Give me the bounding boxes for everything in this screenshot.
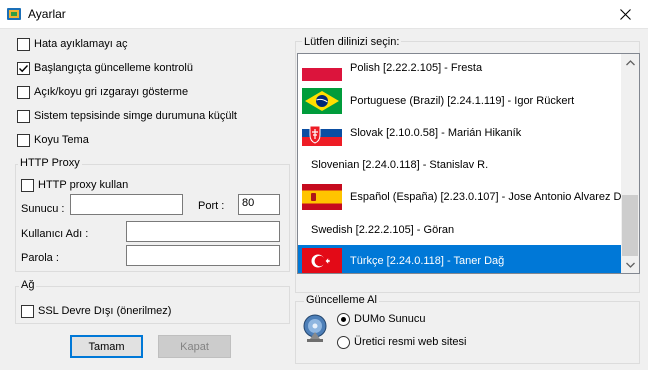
list-item-label: Español (España) [2.23.0.107] - Jose Ant… — [350, 191, 632, 203]
list-item-swedish[interactable]: Swedish [2.22.2.105] - Göran — [298, 214, 623, 246]
update-check-label: Başlangıçta güncelleme kontrolü — [34, 62, 193, 74]
port-label: Port : — [198, 200, 225, 212]
slovakia-flag-icon — [302, 120, 342, 146]
chevron-up-icon — [625, 59, 635, 65]
list-item-turkish[interactable]: Türkçe [2.24.0.118] - Taner Dağ — [298, 245, 623, 273]
spain-flag-icon — [302, 184, 342, 210]
password-input[interactable] — [126, 245, 280, 266]
radio-dot[interactable] — [337, 335, 350, 349]
checkbox-box[interactable] — [17, 85, 30, 99]
settings-app-icon — [6, 6, 22, 22]
ok-button[interactable]: Tamam — [70, 335, 143, 358]
scroll-up-button[interactable] — [621, 54, 639, 71]
grid-checkbox[interactable]: Açık/koyu gri ızgarayı gösterme — [17, 84, 188, 100]
vendor-website-label: Üretici resmi web sitesi — [354, 336, 467, 348]
username-label: Kullanıcı Adı : — [21, 228, 89, 240]
close-icon — [619, 9, 631, 20]
port-input[interactable]: 80 — [238, 194, 280, 215]
scroll-down-button[interactable] — [621, 256, 639, 273]
checkbox-box[interactable] — [17, 61, 30, 75]
checkbox-box[interactable] — [21, 178, 34, 192]
dumo-server-radio[interactable]: DUMo Sunucu — [337, 311, 426, 327]
window-title: Ayarlar — [28, 7, 66, 21]
list-item-slovenian[interactable]: Slovenian [2.24.0.118] - Stanislav R. — [298, 149, 623, 181]
update-check-checkbox[interactable]: Başlangıçta güncelleme kontrolü — [17, 60, 193, 76]
ssl-disable-label: SSL Devre Dışı (önerilmez) — [38, 305, 172, 317]
close-dialog-button[interactable]: Kapat — [158, 335, 231, 358]
list-item-portuguese-brazil[interactable]: Portuguese (Brazil) [2.24.1.119] - Igor … — [298, 85, 623, 117]
server-label: Sunucu : — [21, 203, 65, 215]
tray-label: Sistem tepsisinde simge durumuna küçült — [34, 110, 237, 122]
close-button[interactable] — [602, 0, 648, 29]
debug-label: Hata ayıklamayı aç — [34, 38, 128, 50]
update-source-group-title: Güncelleme Al — [304, 294, 379, 306]
http-proxy-group-title: HTTP Proxy — [18, 157, 82, 169]
server-input[interactable] — [70, 194, 183, 215]
list-item-slovak[interactable]: Slovak [2.10.0.58] - Marián Hikaník — [298, 117, 623, 149]
list-item-label: Polish [2.22.2.105] - Fresta — [350, 62, 483, 74]
language-title: Lütfen dilinizi seçin: — [302, 36, 402, 48]
network-group-title: Ağ — [19, 279, 37, 291]
ssl-disable-checkbox[interactable]: SSL Devre Dışı (önerilmez) — [21, 303, 171, 319]
checkmark-icon — [19, 64, 29, 72]
dark-theme-checkbox[interactable]: Koyu Tema — [17, 132, 89, 148]
radio-dot[interactable] — [337, 312, 350, 326]
title-bar: Ayarlar — [0, 0, 648, 29]
list-item-label: Türkçe [2.24.0.118] - Taner Dağ — [350, 255, 505, 267]
list-item-spanish[interactable]: Español (España) [2.23.0.107] - Jose Ant… — [298, 181, 631, 213]
list-item-label: Portuguese (Brazil) [2.24.1.119] - Igor … — [350, 95, 575, 107]
use-proxy-checkbox[interactable]: HTTP proxy kullan — [21, 177, 128, 193]
list-item-label: Slovak [2.10.0.58] - Marián Hikaník — [350, 127, 522, 139]
turkey-flag-icon — [302, 248, 342, 273]
vendor-website-radio[interactable]: Üretici resmi web sitesi — [337, 334, 466, 350]
checkbox-box[interactable] — [21, 304, 34, 318]
debug-checkbox[interactable]: Hata ayıklamayı aç — [17, 36, 128, 52]
list-item-label: Slovenian [2.24.0.118] - Stanislav R. — [311, 159, 489, 171]
checkbox-box[interactable] — [17, 109, 30, 123]
tray-checkbox[interactable]: Sistem tepsisinde simge durumuna küçült — [17, 108, 237, 124]
dumo-server-label: DUMo Sunucu — [354, 313, 426, 325]
grid-label: Açık/koyu gri ızgarayı gösterme — [34, 86, 189, 98]
chevron-down-icon — [625, 262, 635, 268]
language-list-scrollbar[interactable] — [621, 54, 639, 273]
checkbox-box[interactable] — [17, 133, 30, 147]
password-label: Parola : — [21, 252, 59, 264]
use-proxy-label: HTTP proxy kullan — [38, 179, 129, 191]
language-list[interactable]: Polish [2.22.2.105] - Fresta Portuguese … — [297, 53, 640, 274]
poland-flag-icon — [302, 55, 342, 81]
brazil-flag-icon — [302, 88, 342, 114]
list-item-polish[interactable]: Polish [2.22.2.105] - Fresta — [298, 54, 623, 84]
dark-theme-label: Koyu Tema — [34, 134, 89, 146]
satellite-dish-icon — [300, 312, 332, 344]
list-item-label: Swedish [2.22.2.105] - Göran — [311, 224, 455, 236]
checkbox-box[interactable] — [17, 37, 30, 51]
scroll-thumb[interactable] — [622, 195, 638, 256]
username-input[interactable] — [126, 221, 280, 242]
